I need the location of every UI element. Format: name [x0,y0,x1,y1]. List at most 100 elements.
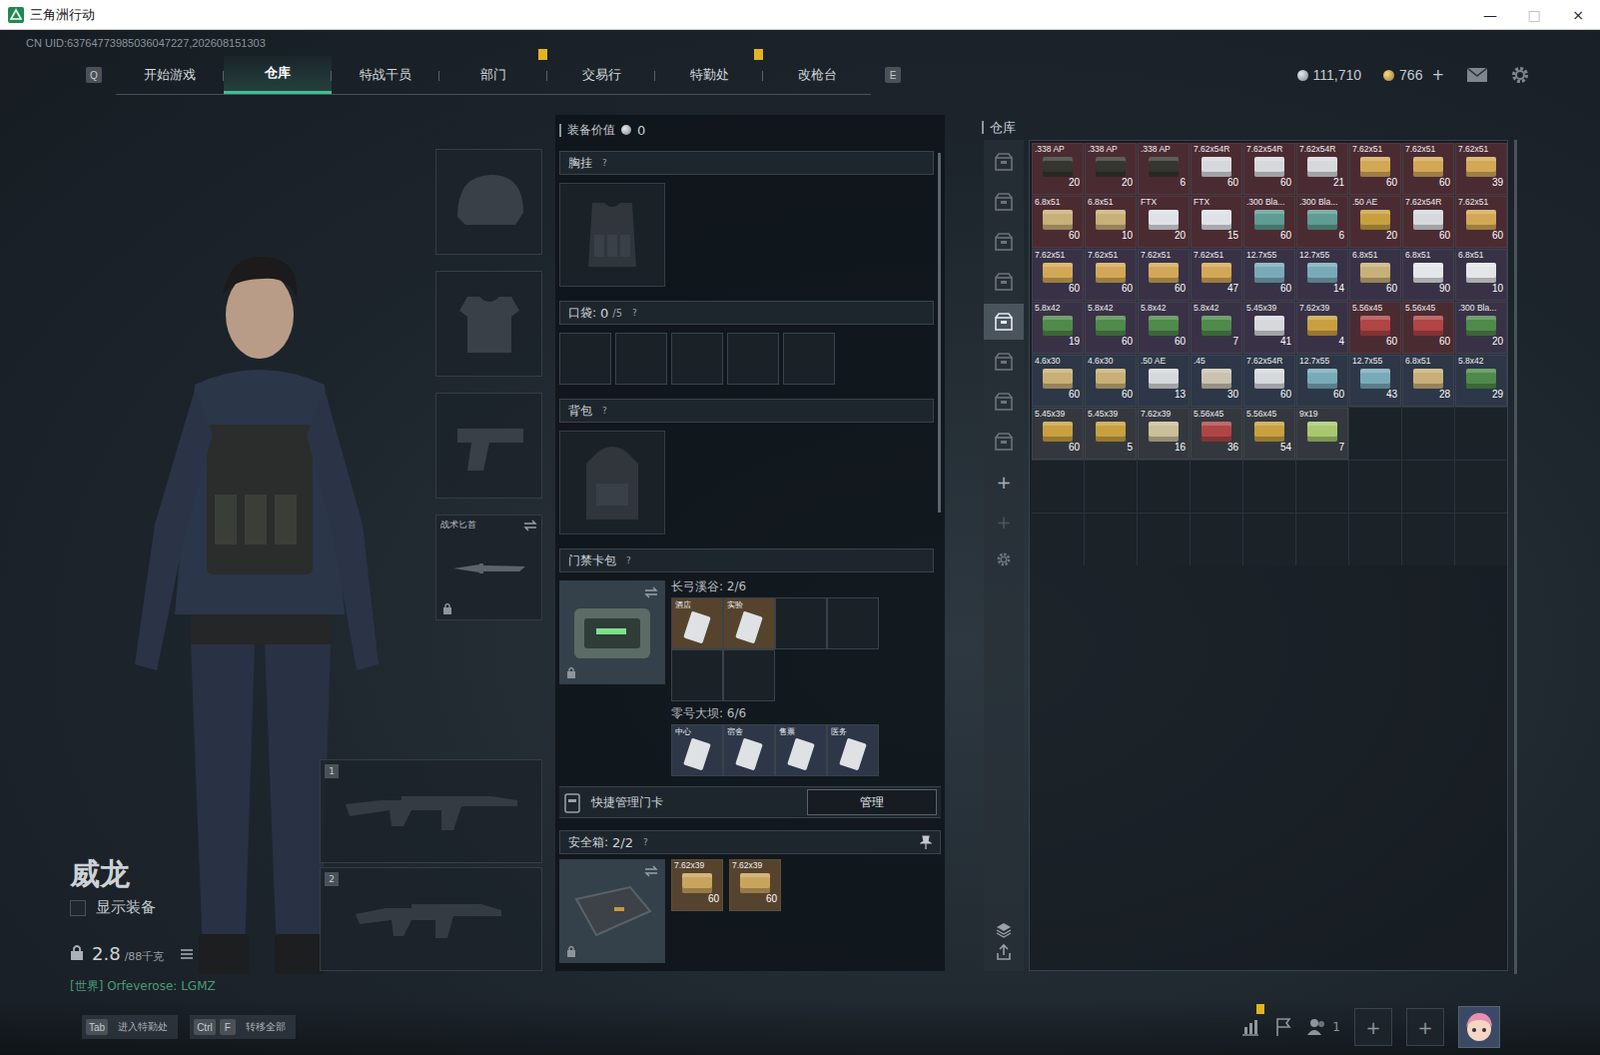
warehouse-item[interactable]: .300 Bla...20 [1455,301,1508,354]
warehouse-item[interactable]: 5.56x4554 [1243,407,1296,460]
empty-grid-cell[interactable] [1031,460,1084,513]
warehouse-item[interactable]: 7.62x5160 [1084,248,1137,301]
pocket-cell[interactable] [671,332,724,385]
keycard-case-slot[interactable] [559,580,666,685]
transfer-icon[interactable] [994,942,1013,961]
safe-box-item[interactable]: 7.62x3960 [729,858,782,911]
warehouse-item[interactable]: .338 AP20 [1084,142,1137,195]
empty-grid-cell[interactable] [1137,513,1190,566]
empty-grid-cell[interactable] [1296,513,1349,566]
warehouse-item[interactable]: 7.62x394 [1296,301,1349,354]
warehouse-item[interactable]: 7.62x54R21 [1296,142,1349,195]
pocket-cell[interactable] [615,332,668,385]
warehouse-item[interactable]: 6.8x5160 [1349,248,1402,301]
hotkey-button[interactable]: Tab进入特勤处 [81,1014,178,1039]
keycard-empty-cell[interactable] [775,597,827,650]
window-control-button[interactable]: □ [1512,0,1557,29]
weapon-slot[interactable]: 2 [319,866,543,971]
safe-box-slot[interactable] [559,858,666,963]
warehouse-item[interactable]: 7.62x54R60 [1243,354,1296,407]
warehouse-item[interactable]: 6.8x5160 [1031,195,1084,248]
stats-button[interactable] [1240,1017,1261,1036]
nav-tab[interactable]: 部门 [439,55,548,94]
show-gear-toggle[interactable]: 显示装备 [69,897,216,917]
warehouse-item[interactable]: .338 AP20 [1031,142,1084,195]
warehouse-item[interactable]: 6.8x5110 [1084,195,1137,248]
hotkey-button[interactable]: CtrlF转移全部 [189,1014,296,1039]
warehouse-item[interactable]: 5.56x4560 [1349,301,1402,354]
empty-grid-cell[interactable] [1243,513,1296,566]
keycard-empty-cell[interactable] [723,649,776,702]
help-button[interactable]: ? [643,836,649,847]
manage-button[interactable]: 管理 [806,789,937,815]
invite-slot-button[interactable]: + [1354,1007,1393,1046]
warehouse-tab[interactable] [983,143,1024,180]
safe-box-item[interactable]: 7.62x3960 [671,858,724,911]
add-storage-button[interactable]: + [983,463,1024,500]
warehouse-item[interactable]: 5.56x4560 [1402,301,1455,354]
swap-icon[interactable] [523,519,538,532]
warehouse-item[interactable]: 5.8x4260 [1137,301,1190,354]
player-avatar[interactable] [1458,1005,1501,1048]
empty-grid-cell[interactable] [1402,513,1455,566]
warehouse-item[interactable]: 7.62x5160 [1455,195,1508,248]
empty-grid-cell[interactable] [1455,407,1508,460]
empty-grid-cell[interactable] [1402,407,1455,460]
settings-gear-icon[interactable] [1510,64,1531,85]
warehouse-tab[interactable] [983,423,1024,460]
empty-grid-cell[interactable] [1296,460,1349,513]
list-icon[interactable] [179,947,194,960]
keycard-empty-cell[interactable] [826,597,879,650]
warehouse-item[interactable]: 12.7x5560 [1296,354,1349,407]
warehouse-item[interactable]: 5.56x4536 [1190,407,1243,460]
warehouse-item[interactable]: FTX15 [1190,195,1243,248]
chest-rig-slot[interactable] [559,182,666,287]
weapon-slot[interactable]: 1 [319,759,543,863]
backpack-slot[interactable] [559,430,666,535]
warehouse-item[interactable]: 5.8x4229 [1455,354,1508,407]
empty-grid-cell[interactable] [1455,460,1508,513]
warehouse-item[interactable]: 7.62x54R60 [1243,142,1296,195]
window-control-button[interactable]: — [1468,0,1513,29]
warehouse-item[interactable]: 5.8x4219 [1031,301,1084,354]
gear-slot[interactable] [435,148,543,255]
layers-icon[interactable] [994,920,1013,939]
warehouse-item[interactable]: FTX20 [1137,195,1190,248]
help-button[interactable]: ? [632,307,638,318]
gear-slot[interactable] [435,270,543,377]
add-token-button[interactable]: + [1431,65,1445,84]
invite-slot-button[interactable]: + [1406,1007,1445,1046]
empty-grid-cell[interactable] [1084,460,1137,513]
settings-gear-icon[interactable] [995,551,1012,568]
help-button[interactable]: ? [602,157,608,168]
warehouse-item[interactable]: .50 AE13 [1137,354,1190,407]
warehouse-tab[interactable] [983,343,1024,380]
nav-tab[interactable]: 特勤处 [655,55,764,94]
warehouse-item[interactable]: 7.62x5139 [1455,142,1508,195]
friends-button[interactable]: 1 [1306,1017,1341,1036]
gear-slot[interactable]: 战术匕首 [435,514,543,621]
warehouse-item[interactable]: 5.45x3960 [1031,407,1084,460]
warehouse-tab[interactable] [983,303,1024,340]
warehouse-item[interactable]: 7.62x5160 [1031,248,1084,301]
warehouse-tab[interactable] [983,183,1024,220]
pocket-cell[interactable] [727,332,780,385]
warehouse-item[interactable]: 12.7x5514 [1296,248,1349,301]
add-storage-button[interactable]: + [983,503,1024,540]
warehouse-item[interactable]: 7.62x54R60 [1402,195,1455,248]
keycard[interactable]: 酒店 [671,597,724,650]
scrollbar[interactable] [937,152,941,513]
empty-grid-cell[interactable] [1349,460,1402,513]
warehouse-item[interactable]: .300 Bla...6 [1296,195,1349,248]
help-button[interactable]: ? [626,555,632,566]
warehouse-item[interactable]: 7.62x54R60 [1190,142,1243,195]
gear-slot[interactable] [435,392,543,499]
keycard[interactable]: 中心 [671,724,724,777]
empty-grid-cell[interactable] [1349,407,1402,460]
keycard-empty-cell[interactable] [671,649,724,702]
keycard[interactable]: 医务 [826,724,879,777]
scrollbar[interactable] [1514,139,1518,974]
warehouse-item[interactable]: 5.8x4260 [1084,301,1137,354]
keycard[interactable]: 宿舍 [723,724,776,777]
pin-icon[interactable] [919,834,932,849]
